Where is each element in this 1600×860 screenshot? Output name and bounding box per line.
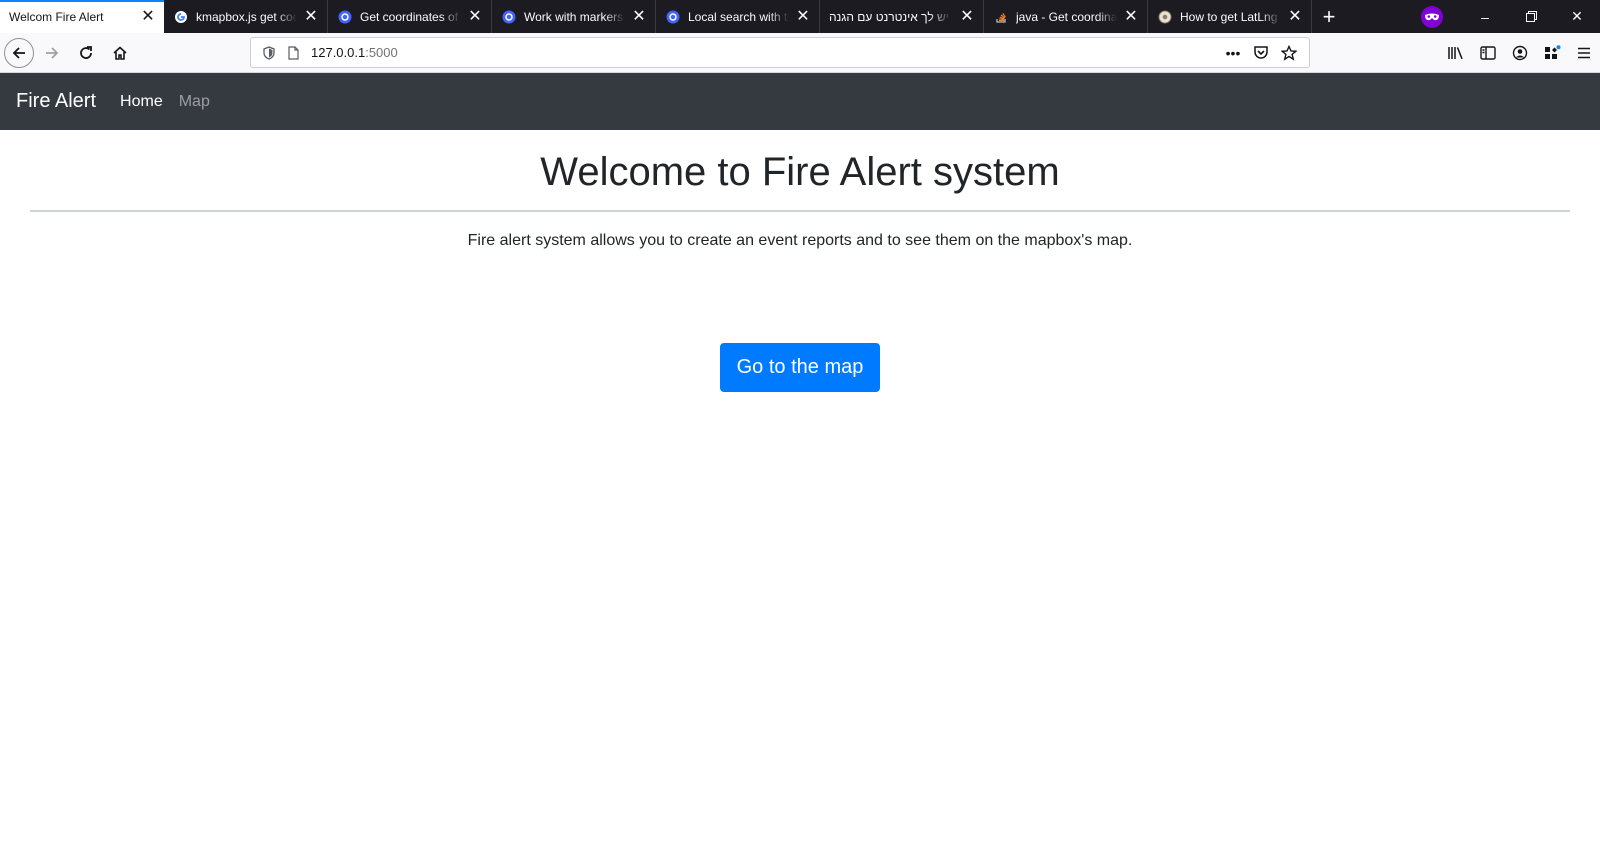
page-info-icon[interactable] [281, 41, 305, 65]
close-icon[interactable]: ✕ [959, 8, 975, 25]
tab-work-with-markers[interactable]: Work with markers in ✕ [492, 0, 656, 33]
restore-icon[interactable] [1508, 0, 1554, 33]
divider [30, 210, 1570, 212]
url-text[interactable]: 127.0.0.1:5000 [311, 45, 1219, 60]
tab-how-to-get-latlng[interactable]: How to get LatLng a ✕ [1148, 0, 1312, 33]
stackoverflow-icon [993, 9, 1009, 25]
close-icon[interactable]: ✕ [303, 8, 319, 25]
cta-wrapper: Go to the map [0, 343, 1600, 392]
menu-icon[interactable] [1568, 37, 1600, 69]
tab-title: Welcom Fire Alert [9, 9, 104, 24]
tab-title: java - Get coordinates [1016, 9, 1117, 24]
url-port: :5000 [365, 45, 398, 60]
tab-title: Work with markers in [524, 9, 625, 24]
close-icon[interactable]: ✕ [140, 8, 156, 25]
mapbox-icon [501, 9, 517, 25]
site-navbar: Fire Alert Home Map [0, 73, 1600, 130]
tab-title: How to get LatLng a [1180, 9, 1281, 24]
new-tab-button[interactable]: + [1312, 0, 1346, 33]
tab-title: Get coordinates of the [360, 9, 461, 24]
page-actions-icon[interactable]: ••• [1219, 41, 1247, 65]
library-icon[interactable] [1440, 37, 1472, 69]
tab-title: יש לך אינטרנט עם הגנה [829, 9, 949, 24]
tab-kmapbox[interactable]: kmapbox.js get coordinates ✕ [164, 0, 328, 33]
mapbox-icon [665, 9, 681, 25]
close-icon[interactable]: ✕ [795, 8, 811, 25]
reload-icon[interactable] [70, 37, 102, 69]
mapbox-icon [337, 9, 353, 25]
bookmark-star-icon[interactable] [1275, 41, 1303, 65]
close-icon[interactable]: ✕ [1123, 8, 1139, 25]
pocket-icon[interactable] [1247, 41, 1275, 65]
page-title: Welcome to Fire Alert system [540, 150, 1060, 194]
close-window-icon[interactable]: ✕ [1554, 0, 1600, 33]
go-to-map-button[interactable]: Go to the map [719, 343, 881, 392]
main-content: Welcome to Fire Alert system Fire alert … [0, 130, 1600, 392]
tracking-shield-icon[interactable] [257, 41, 281, 65]
brand-link[interactable]: Fire Alert [16, 90, 96, 113]
url-host: 127.0.0.1 [311, 45, 366, 60]
close-icon[interactable]: ✕ [631, 8, 647, 25]
close-icon[interactable]: ✕ [467, 8, 483, 25]
close-icon[interactable]: ✕ [1287, 8, 1303, 25]
nav-map-link[interactable]: Map [179, 93, 210, 111]
home-icon[interactable] [104, 37, 136, 69]
tab-hebrew-page[interactable]: יש לך אינטרנט עם הגנה ✕ [820, 0, 984, 33]
account-icon[interactable] [1504, 37, 1536, 69]
back-arrow-icon[interactable] [4, 37, 34, 68]
google-icon [173, 9, 189, 25]
tab-get-coordinates[interactable]: Get coordinates of the ✕ [328, 0, 492, 33]
tab-welcom-fire-alert[interactable]: Welcom Fire Alert ✕ [0, 0, 164, 33]
forward-arrow-icon[interactable] [36, 37, 68, 69]
browser-toolbar: 127.0.0.1:5000 ••• [0, 33, 1600, 73]
tab-local-search[interactable]: Local search with the ✕ [656, 0, 820, 33]
tabstrip-drag-area[interactable] [1346, 0, 1402, 33]
nav-home-link[interactable]: Home [120, 93, 163, 111]
tab-title: Local search with the [688, 9, 789, 24]
tab-title: kmapbox.js get coordinates [196, 9, 297, 24]
private-browsing-icon [1402, 0, 1462, 33]
minimize-icon[interactable]: – [1462, 0, 1508, 33]
tab-strip: Welcom Fire Alert ✕ kmapbox.js get coord… [0, 0, 1600, 33]
toolbar-right [1440, 33, 1600, 73]
site-icon [1157, 9, 1173, 25]
tab-java-get-coordinates[interactable]: java - Get coordinates ✕ [984, 0, 1148, 33]
lead-text: Fire alert system allows you to create a… [467, 232, 1133, 249]
extensions-icon[interactable] [1536, 37, 1568, 69]
url-bar[interactable]: 127.0.0.1:5000 ••• [250, 37, 1310, 68]
sidebar-icon[interactable] [1472, 37, 1504, 69]
